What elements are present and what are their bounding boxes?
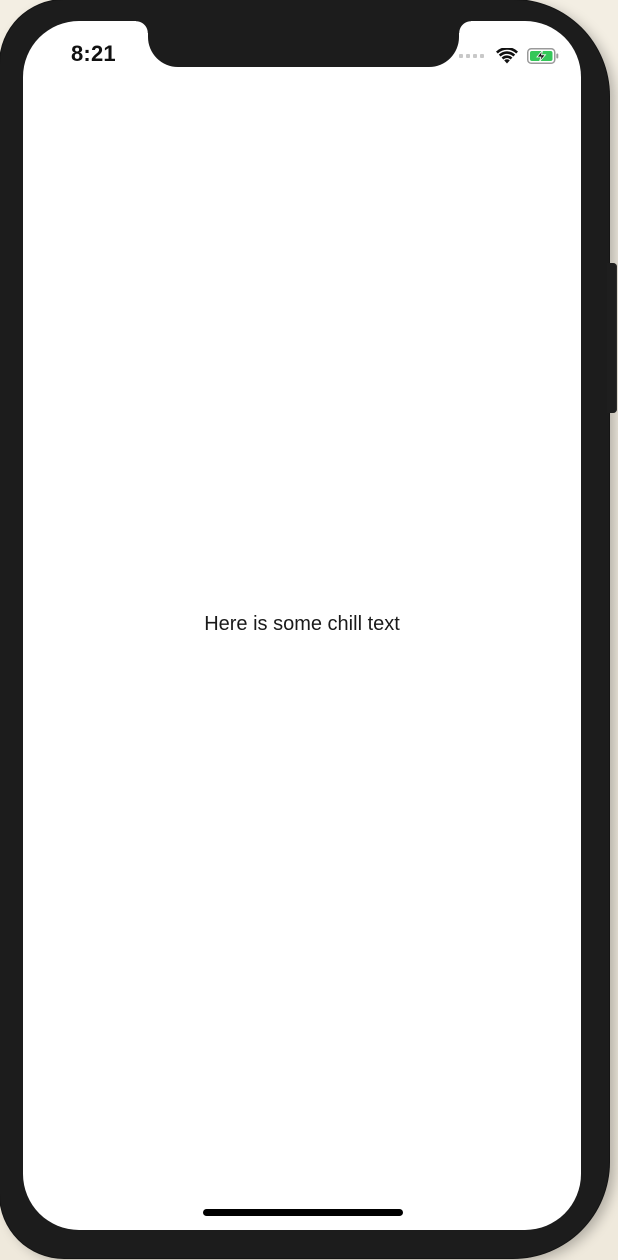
notch xyxy=(136,21,471,67)
home-indicator[interactable] xyxy=(203,1209,403,1216)
side-button xyxy=(607,263,617,413)
status-bar-time: 8:21 xyxy=(71,41,116,66)
status-bar-icons xyxy=(459,46,559,66)
chill-text-label: Here is some chill text xyxy=(204,613,400,635)
battery-charging-icon xyxy=(527,48,559,64)
simulator-background: 8:21 Here is some chill text xyxy=(0,0,618,1260)
cellular-signal-icon xyxy=(459,54,484,58)
wifi-icon xyxy=(496,48,518,64)
device-screen: 8:21 Here is some chill text xyxy=(23,21,581,1230)
